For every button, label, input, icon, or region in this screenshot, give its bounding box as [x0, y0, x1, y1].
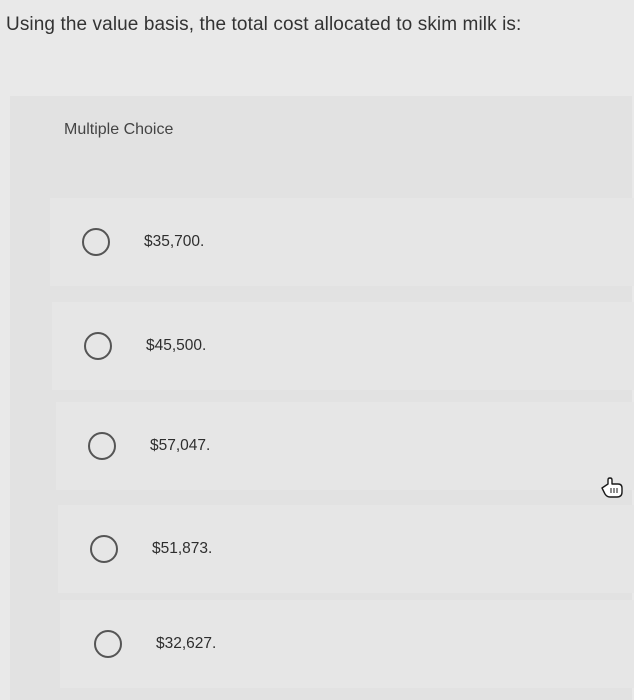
answer-option-5[interactable]: $32,627.: [60, 600, 634, 688]
answer-option-label: $45,500.: [146, 337, 207, 354]
radio-button-icon[interactable]: [90, 535, 118, 563]
answer-option-1[interactable]: $35,700.: [50, 198, 634, 286]
question-text: Using the value basis, the total cost al…: [6, 14, 522, 35]
radio-button-icon[interactable]: [82, 228, 110, 256]
answer-option-label: $51,873.: [152, 540, 213, 557]
radio-button-icon[interactable]: [88, 432, 116, 460]
answer-option-4[interactable]: $51,873.: [58, 505, 634, 593]
radio-button-icon[interactable]: [94, 630, 122, 658]
answer-option-2[interactable]: $45,500.: [52, 302, 634, 390]
answer-option-3[interactable]: $57,047.: [56, 402, 634, 490]
hand-pointer-icon: [601, 477, 623, 498]
multiple-choice-card: Multiple Choice $35,700. $45,500. $57,04…: [10, 96, 634, 700]
answer-option-label: $32,627.: [156, 635, 217, 652]
answer-option-label: $35,700.: [144, 233, 205, 250]
answer-option-label: $57,047.: [150, 437, 211, 454]
radio-button-icon[interactable]: [84, 332, 112, 360]
multiple-choice-label: Multiple Choice: [64, 121, 174, 138]
